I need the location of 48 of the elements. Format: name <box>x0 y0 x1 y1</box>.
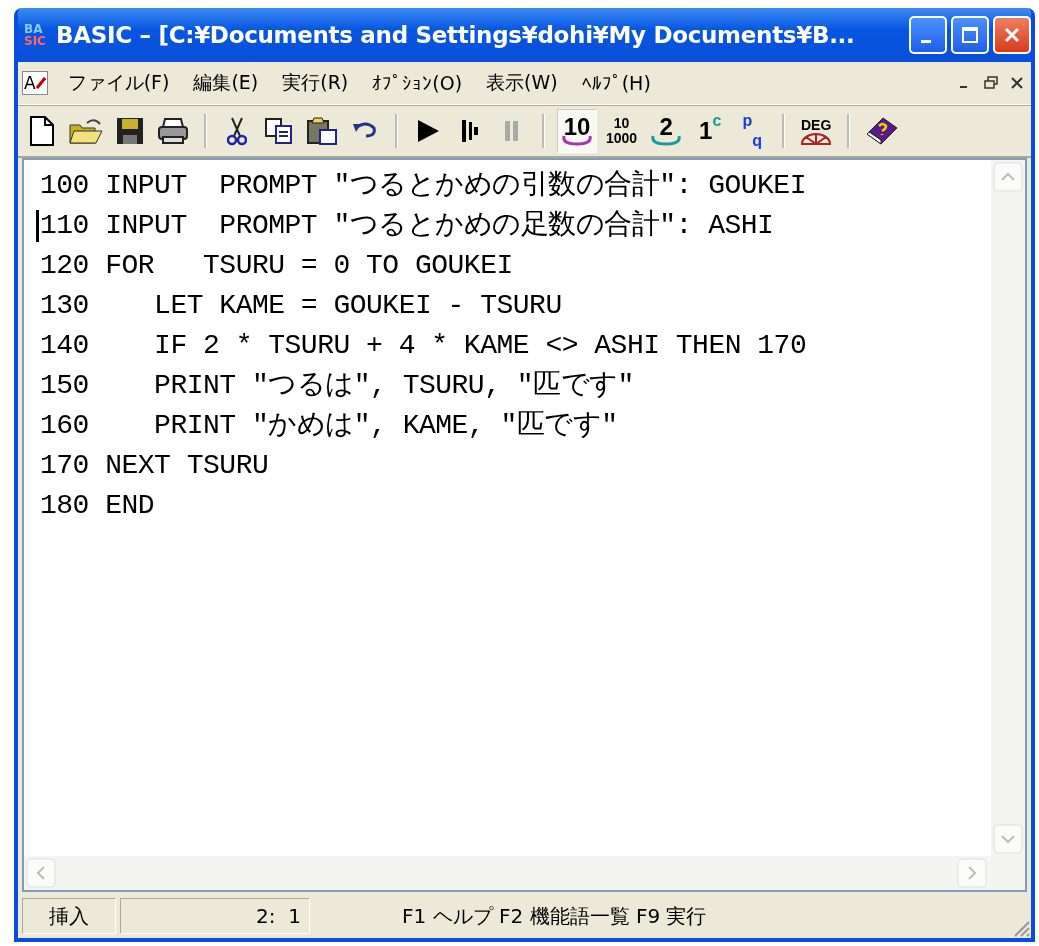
minimize-icon <box>921 39 931 43</box>
code-line: 170 NEXT TSURU <box>39 449 270 483</box>
arc-icon <box>560 134 594 146</box>
window-title: BASIC – [C:¥Documents and Settings¥dohi¥My Documents¥B... <box>56 22 856 48</box>
restore-icon[interactable] <box>983 75 999 91</box>
code-line: 100 INPUT PROMPT "つるとかめの引数の合計": GOUKEI <box>39 168 807 203</box>
document-icon: A <box>22 71 48 95</box>
play-icon <box>415 118 441 144</box>
menu-item[interactable]: 編集(E) <box>181 70 271 96</box>
help-book-icon <box>865 116 900 146</box>
app-icon: BA SIC <box>24 23 50 47</box>
code-line: 180 END <box>39 489 156 523</box>
angle-mode-button[interactable]: DEG <box>797 109 836 153</box>
copy-icon <box>264 117 294 145</box>
arc-icon <box>649 134 684 146</box>
decimal-mode-button[interactable]: 10 <box>557 109 597 153</box>
close-icon[interactable] <box>1009 75 1025 91</box>
binary-mode-button[interactable]: 2 <box>646 109 687 153</box>
cursor-position: 2: 1 <box>120 898 310 934</box>
shortcut-hint: F1 ヘルプ F2 機能語一覧 F9 実行 <box>401 902 708 930</box>
step-icon <box>460 118 480 144</box>
pause-icon <box>503 118 521 144</box>
code-editor[interactable] <box>22 158 1027 892</box>
menu-item[interactable]: 実行(R) <box>270 70 361 96</box>
code-line: 150 PRINT "つるは", TSURU, "匹です" <box>39 369 635 403</box>
clipboard-icon <box>306 116 338 146</box>
menu-item[interactable]: 表示(W) <box>474 70 570 96</box>
protractor-icon <box>800 132 833 145</box>
code-line: 130 LET KAME = GOUKEI - TSURU <box>39 289 563 323</box>
code-line: 160 PRINT "かめは", KAME, "匹です" <box>39 409 619 443</box>
close-icon <box>1002 25 1022 45</box>
menu-item[interactable]: ｵﾌﾟｼｮﾝ(O) <box>360 72 475 94</box>
menu-item[interactable]: ファイル(F) <box>55 70 182 96</box>
ratio-mode-button[interactable]: p q <box>734 109 771 153</box>
maximize-button[interactable] <box>951 16 989 54</box>
fraction-mode-button[interactable]: 10 1000 <box>603 109 641 153</box>
menu-item[interactable]: ﾍﾙﾌﾟ(H) <box>569 72 663 94</box>
code-line: 120 FOR TSURU = 0 TO GOUKEI <box>39 249 514 283</box>
scissors-icon <box>227 116 247 146</box>
printer-icon <box>157 117 189 145</box>
page-icon <box>29 116 55 146</box>
code-line: 110 INPUT PROMPT "つるとかめの足数の合計": ASHI <box>36 206 991 246</box>
minimize-button[interactable] <box>909 16 947 54</box>
folder-icon <box>69 117 103 145</box>
insert-mode-indicator: 挿入 <box>22 898 116 934</box>
maximize-icon <box>960 25 980 45</box>
code-line: 140 IF 2 * TSURU + 4 * KAME <> ASHI THEN 170 <box>39 329 808 363</box>
close-button[interactable] <box>993 16 1031 54</box>
